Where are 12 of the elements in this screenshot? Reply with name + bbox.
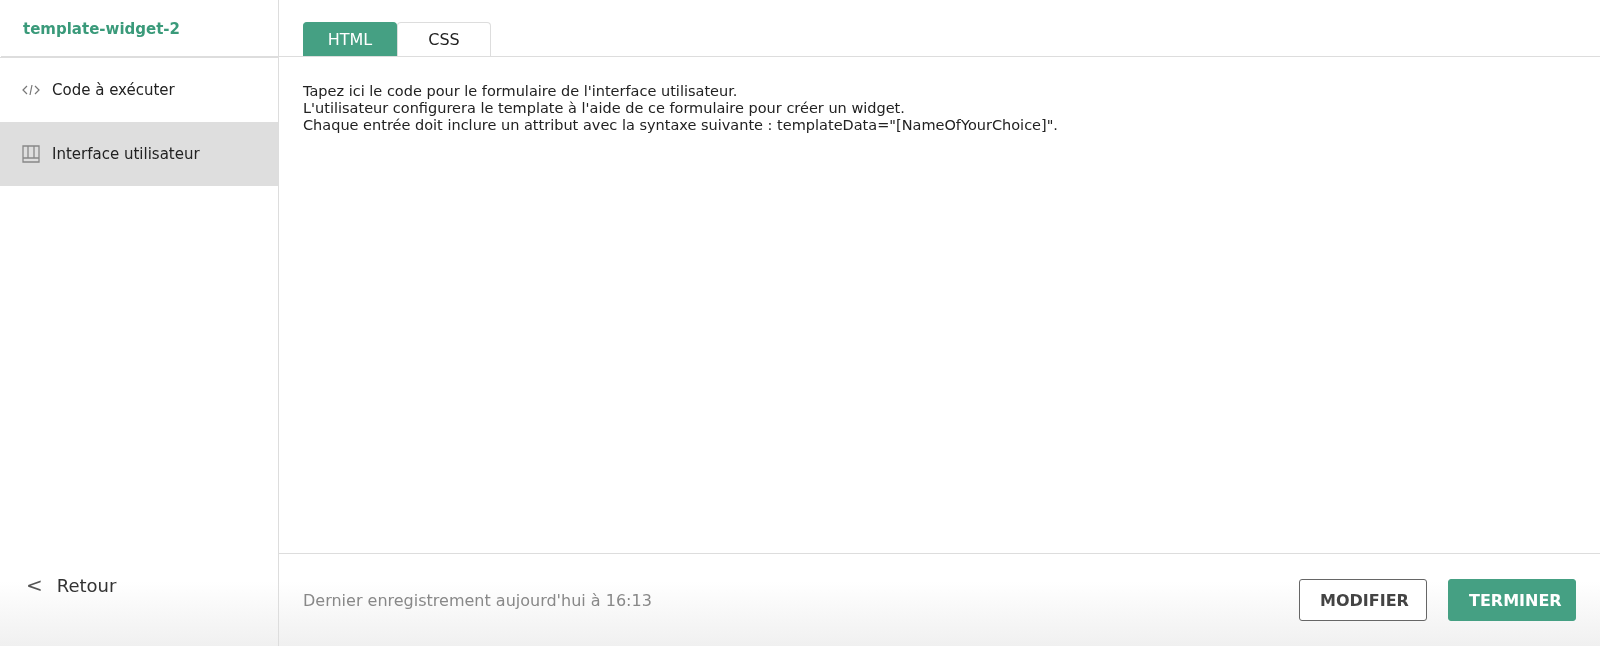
back-link[interactable]: < Retour <box>0 544 278 646</box>
edit-button[interactable]: MODIFIER <box>1299 579 1427 621</box>
project-title: template-widget-2 <box>23 19 181 38</box>
placeholder-line: Tapez ici le code pour le formulaire de l'interface utilisateur. <box>303 83 739 100</box>
placeholder-line: L'utilisateur configurera le template à l'aide de ce formulaire pour créer un widget. <box>303 100 906 117</box>
code-icon <box>22 84 40 96</box>
placeholder-line: Chaque entrée doit inclure un attribut avec la syntaxe suivante : templateData="[NameOfYourChoice]". <box>303 117 1059 134</box>
tab[interactable]: CSS <box>397 22 491 56</box>
sidebar-item[interactable]: Code à exécuter <box>0 58 278 122</box>
sidebar-item[interactable]: Interface utilisateur <box>0 122 278 186</box>
save-status: Dernier enregistrement aujourd'hui à 16:13 <box>303 590 652 610</box>
layout-icon <box>22 145 40 163</box>
